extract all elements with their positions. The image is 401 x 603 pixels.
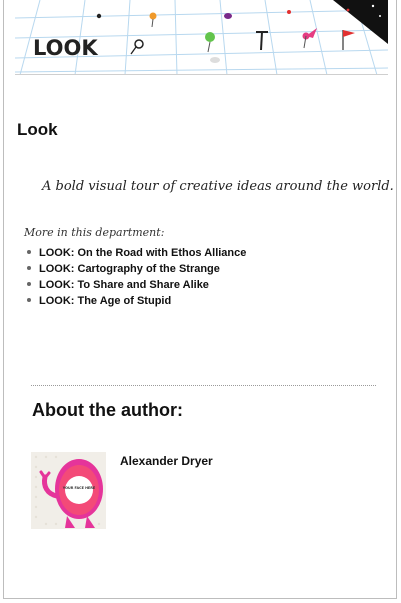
department-tagline: A bold visual tour of creative ideas aro…	[42, 179, 394, 194]
more-in-department-label: More in this department:	[24, 226, 165, 239]
map-pins-illustration: LOOK	[15, 0, 388, 75]
article-link[interactable]: LOOK: On the Road with Ethos Alliance	[39, 247, 246, 259]
section-title: Look	[17, 120, 58, 139]
list-item: LOOK: On the Road with Ethos Alliance	[24, 245, 246, 261]
bullet-icon	[27, 250, 31, 255]
list-item: LOOK: To Share and Share Alike	[24, 277, 246, 293]
article-link[interactable]: LOOK: Cartography of the Strange	[39, 263, 220, 275]
article-link[interactable]: LOOK: The Age of Stupid	[39, 295, 171, 307]
bullet-icon	[27, 266, 31, 271]
bullet-icon	[27, 282, 31, 287]
look-banner: LOOK	[15, 0, 388, 75]
article-link[interactable]: LOOK: To Share and Share Alike	[39, 279, 209, 291]
about-author-heading: About the author:	[32, 400, 183, 420]
author-name[interactable]: Alexander Dryer	[120, 454, 213, 468]
department-article-list: LOOK: On the Road with Ethos Alliance LO…	[24, 245, 246, 309]
bullet-icon	[27, 298, 31, 303]
section-divider	[31, 385, 376, 386]
monster-avatar-icon: YOUR FACE HERE	[31, 452, 106, 529]
banner-logo-text: LOOK	[33, 36, 98, 60]
avatar-caption: YOUR FACE HERE	[62, 486, 96, 490]
content-panel: LOOK Look A bold visual tour of creative…	[3, 0, 397, 599]
list-item: LOOK: The Age of Stupid	[24, 293, 246, 309]
author-avatar: YOUR FACE HERE	[31, 452, 106, 529]
list-item: LOOK: Cartography of the Strange	[24, 261, 246, 277]
